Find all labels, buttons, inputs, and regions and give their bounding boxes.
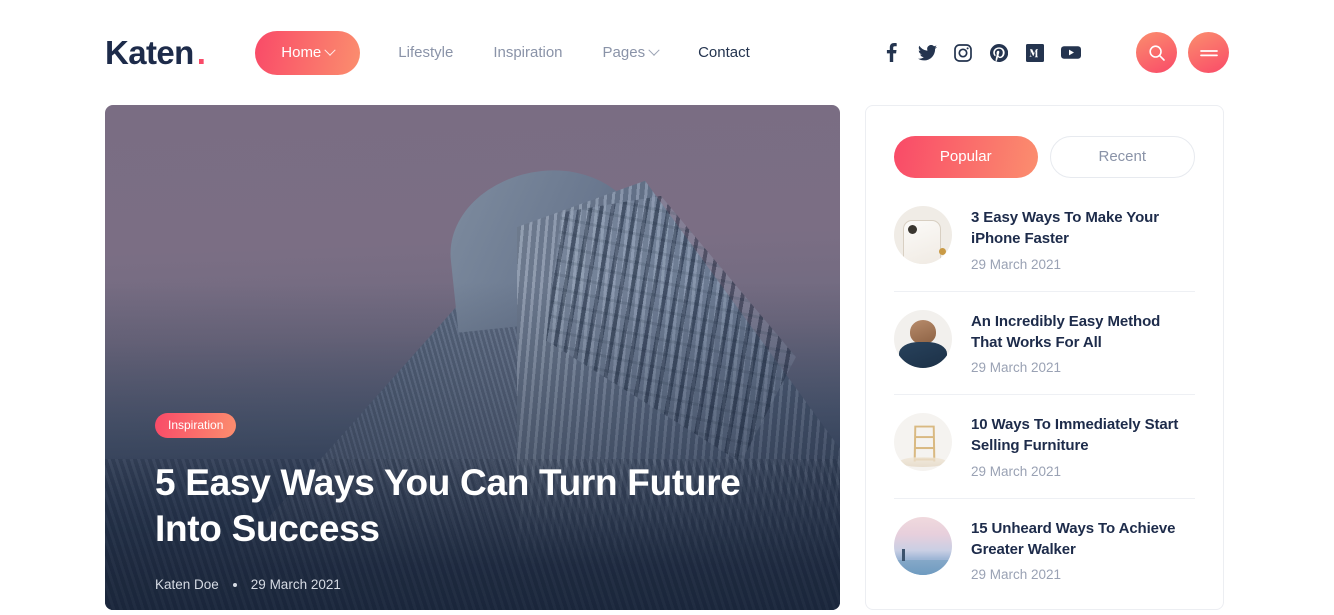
twitter-icon[interactable] [917, 43, 937, 63]
author-name: Katen Doe [155, 577, 219, 592]
site-logo[interactable]: Katen. [105, 34, 206, 71]
nav-item-inspiration[interactable]: Inspiration [473, 34, 582, 72]
list-item[interactable]: An Incredibly Easy Method That Works For… [894, 292, 1195, 396]
nav-item-label: Home [281, 43, 322, 61]
category-badge[interactable]: Inspiration [155, 413, 237, 438]
nav-item-label: Inspiration [493, 43, 563, 61]
sidebar-widget: Popular Recent 3 Easy Ways To Make Your … [865, 105, 1224, 610]
post-title: An Incredibly Easy Method That Works For… [971, 312, 1161, 351]
meta-separator-dot [232, 582, 237, 587]
post-date: 29 March 2021 [971, 360, 1062, 376]
menu-button[interactable] [1188, 32, 1229, 73]
post-thumbnail [894, 206, 952, 264]
featured-post-meta: Katen Doe 29 March 2021 [155, 577, 790, 592]
medium-icon[interactable] [1025, 43, 1045, 63]
post-thumbnail [894, 309, 952, 368]
nav-item-home[interactable]: Home [255, 30, 361, 75]
nav-item-lifestyle[interactable]: Lifestyle [378, 34, 473, 72]
list-item[interactable]: 10 Ways To Immediately Start Selling Fur… [894, 395, 1195, 499]
logo-text: Katen [105, 34, 194, 71]
site-header: Katen. Home Lifestyle Inspiration Pages … [0, 0, 1334, 105]
post-thumbnail [894, 413, 952, 472]
post-date: 29 March 2021 [971, 463, 1062, 479]
logo-dot: . [196, 34, 206, 71]
search-button[interactable] [1136, 32, 1177, 73]
featured-post-content: Inspiration 5 Easy Ways You Can Turn Fut… [155, 413, 790, 592]
list-item[interactable]: 15 Unheard Ways To Achieve Greater Walke… [894, 499, 1195, 602]
main-content: Inspiration 5 Easy Ways You Can Turn Fut… [0, 105, 1334, 610]
post-date: 29 March 2021 [971, 567, 1062, 583]
popular-post-list: 3 Easy Ways To Make Your iPhone Faster 2… [894, 202, 1195, 601]
instagram-icon[interactable] [953, 43, 973, 63]
tab-recent[interactable]: Recent [1049, 136, 1195, 178]
chevron-down-icon [648, 44, 660, 56]
post-title: 3 Easy Ways To Make Your iPhone Faster [971, 209, 1159, 248]
list-item[interactable]: 3 Easy Ways To Make Your iPhone Faster 2… [894, 202, 1195, 292]
chevron-down-icon [324, 44, 336, 56]
post-thumbnail [894, 516, 952, 575]
post-title: 15 Unheard Ways To Achieve Greater Walke… [971, 519, 1176, 559]
youtube-icon[interactable] [1061, 43, 1081, 63]
post-date: 29 March 2021 [250, 577, 341, 592]
pinterest-icon[interactable] [989, 43, 1009, 63]
hamburger-icon [1199, 49, 1218, 56]
main-nav: Home Lifestyle Inspiration Pages Contact [255, 30, 770, 75]
nav-item-contact[interactable]: Contact [678, 34, 770, 72]
sidebar-tabs: Popular Recent [894, 136, 1195, 178]
featured-post-title: 5 Easy Ways You Can Turn Future Into Suc… [155, 462, 741, 549]
post-title: 10 Ways To Immediately Start Selling Fur… [971, 416, 1179, 455]
featured-post-card[interactable]: Inspiration 5 Easy Ways You Can Turn Fut… [105, 105, 840, 610]
tab-popular[interactable]: Popular [894, 136, 1038, 178]
nav-item-label: Pages [602, 43, 646, 61]
nav-item-pages[interactable]: Pages [583, 34, 679, 72]
search-icon [1148, 44, 1165, 61]
nav-item-label: Lifestyle [398, 43, 454, 61]
header-right [881, 32, 1229, 73]
nav-item-label: Contact [698, 43, 750, 61]
post-date: 29 March 2021 [971, 256, 1062, 272]
social-links [881, 43, 1081, 63]
facebook-icon[interactable] [881, 43, 901, 63]
